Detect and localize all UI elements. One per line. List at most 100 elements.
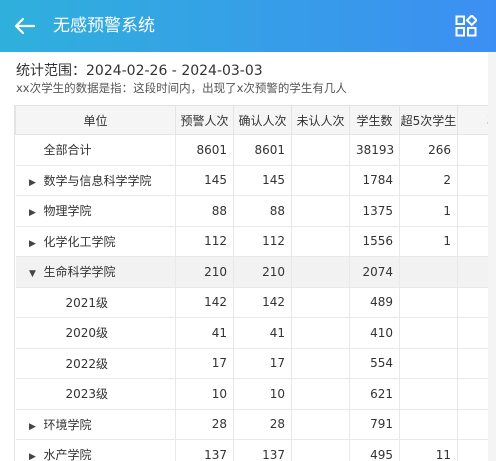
students-cell: 410 xyxy=(349,317,400,349)
column-header: 预警人次 xyxy=(175,105,234,135)
over5-cell xyxy=(399,378,458,410)
confirmed-cell: 8601 xyxy=(233,134,292,166)
unit-cell[interactable]: ▼ 生命科学学院 xyxy=(15,256,176,288)
unconfirmed-cell xyxy=(291,348,350,379)
back-arrow-icon[interactable] xyxy=(12,13,38,39)
r35-cell xyxy=(457,317,491,349)
confirmed-cell: 17 xyxy=(233,348,292,379)
table-row: 2022级 17 17 554 xyxy=(15,348,491,379)
warn-cell: 8601 xyxy=(175,134,234,166)
column-header: 未认人次 xyxy=(291,105,350,135)
unit-cell: 2022级 xyxy=(15,348,176,379)
unit-cell[interactable]: ▶ 环境学院 xyxy=(15,409,176,440)
app-header: 无感预警系统 xyxy=(0,0,496,52)
unconfirmed-cell xyxy=(291,409,350,440)
table-row[interactable]: ▶ 水产学院 137 137 495 11 xyxy=(15,439,491,461)
expand-triangle-icon[interactable]: ▶ xyxy=(26,208,40,218)
table-body: 全部合计 8601 8601 38193 266 ▶ 数学与信息科学学院 145 145 1784… xyxy=(15,134,491,461)
r35-cell xyxy=(457,348,491,379)
unconfirmed-cell xyxy=(291,226,350,257)
students-cell: 554 xyxy=(349,348,400,379)
table-row: 2023级 10 10 621 xyxy=(15,378,491,410)
warn-cell: 112 xyxy=(175,226,234,257)
warn-cell: 137 xyxy=(175,439,234,461)
r35-cell xyxy=(457,287,491,318)
column-header: 超5次学生 xyxy=(399,105,458,135)
r35-cell xyxy=(457,195,491,227)
warn-cell: 28 xyxy=(175,409,234,440)
table-row: 全部合计 8601 8601 38193 266 xyxy=(15,134,491,166)
unconfirmed-cell xyxy=(291,287,350,318)
table-row[interactable]: ▼ 生命科学学院 210 210 2074 xyxy=(15,256,491,288)
over5-cell: 11 xyxy=(399,439,458,461)
expand-triangle-icon[interactable]: ▶ xyxy=(26,422,40,432)
unit-cell: 2023级 xyxy=(15,378,176,410)
unit-cell[interactable]: ▶ 化学化工学院 xyxy=(15,226,176,257)
unit-cell[interactable]: ▶ 物理学院 xyxy=(15,195,176,227)
table-row[interactable]: ▶ 物理学院 88 88 1375 1 xyxy=(15,195,491,227)
column-header: 3-5 xyxy=(457,105,491,135)
unit-cell: 2020级 xyxy=(15,317,176,349)
confirmed-cell: 88 xyxy=(233,195,292,227)
unconfirmed-cell xyxy=(291,134,350,166)
qr-scan-icon[interactable] xyxy=(455,15,477,37)
confirmed-cell: 145 xyxy=(233,165,292,196)
unconfirmed-cell xyxy=(291,439,350,461)
confirmed-cell: 28 xyxy=(233,409,292,440)
expand-triangle-icon[interactable]: ▶ xyxy=(26,239,40,249)
over5-cell xyxy=(399,287,458,318)
column-header: 学生数 xyxy=(349,105,400,135)
over5-cell xyxy=(399,256,458,288)
stats-note: xx次学生的数据是指：这段时间内，出现了x次预警的学生有几人 xyxy=(16,81,347,95)
unconfirmed-cell xyxy=(291,165,350,196)
unit-label: 全部合计 xyxy=(43,143,92,158)
confirmed-cell: 142 xyxy=(233,287,292,318)
column-header: 单位 xyxy=(15,105,176,135)
students-cell: 621 xyxy=(349,378,400,410)
unit-cell[interactable]: ▶ 水产学院 xyxy=(15,439,176,461)
students-cell: 1375 xyxy=(349,195,400,227)
unit-label: 化学化工学院 xyxy=(43,234,116,249)
unit-cell: 全部合计 xyxy=(15,134,176,166)
page-title: 无感预警系统 xyxy=(53,16,155,36)
table-row: 2020级 41 41 410 xyxy=(15,317,491,349)
unit-label: 2023级 xyxy=(65,387,109,402)
unit-cell[interactable]: ▶ 数学与信息科学学院 xyxy=(15,165,176,196)
over5-cell xyxy=(399,348,458,379)
confirmed-cell: 210 xyxy=(233,256,292,288)
unit-cell: 2021级 xyxy=(15,287,176,318)
confirmed-cell: 41 xyxy=(233,317,292,349)
unit-label: 2021级 xyxy=(65,295,109,310)
table-row[interactable]: ▶ 数学与信息科学学院 145 145 1784 2 xyxy=(15,165,491,196)
r35-cell xyxy=(457,439,491,461)
warn-cell: 41 xyxy=(175,317,234,349)
warn-cell: 210 xyxy=(175,256,234,288)
stats-table-container[interactable]: 单位预警人次确认人次未认人次学生数超5次学生3-5 全部合计 86018601 38… xyxy=(14,105,491,461)
r35-cell xyxy=(457,165,491,196)
stats-range: 统计范围：2024-02-26 - 2024-03-03 xyxy=(16,63,263,79)
content-area: 统计范围：2024-02-26 - 2024-03-03 xx次学生的数据是指：… xyxy=(0,52,496,461)
table-row: 2021级 142 142 489 xyxy=(15,287,491,318)
table-row[interactable]: ▶ 化学化工学院 112 112 1556 1 xyxy=(15,226,491,257)
table-header-row: 单位预警人次确认人次未认人次学生数超5次学生3-5 xyxy=(15,105,491,135)
warn-cell: 142 xyxy=(175,287,234,318)
students-cell: 1784 xyxy=(349,165,400,196)
unconfirmed-cell xyxy=(291,195,350,227)
unconfirmed-cell xyxy=(291,378,350,410)
collapse-triangle-icon[interactable]: ▼ xyxy=(26,269,40,279)
r35-cell xyxy=(457,226,491,257)
table-row[interactable]: ▶ 环境学院 28 28 791 xyxy=(15,409,491,440)
r35-cell xyxy=(457,256,491,288)
unconfirmed-cell xyxy=(291,256,350,288)
stats-table: 单位预警人次确认人次未认人次学生数超5次学生3-5 全部合计 86018601 38… xyxy=(15,105,491,461)
unit-label: 2020级 xyxy=(65,326,109,341)
page-scrollbar[interactable] xyxy=(488,52,496,461)
unit-label: 物理学院 xyxy=(43,204,92,219)
expand-triangle-icon[interactable]: ▶ xyxy=(26,178,40,188)
r35-cell xyxy=(457,409,491,440)
expand-triangle-icon[interactable]: ▶ xyxy=(26,452,40,461)
over5-cell: 1 xyxy=(399,195,458,227)
unit-label: 环境学院 xyxy=(43,417,92,432)
over5-cell: 2 xyxy=(399,165,458,196)
column-header: 确认人次 xyxy=(233,105,292,135)
